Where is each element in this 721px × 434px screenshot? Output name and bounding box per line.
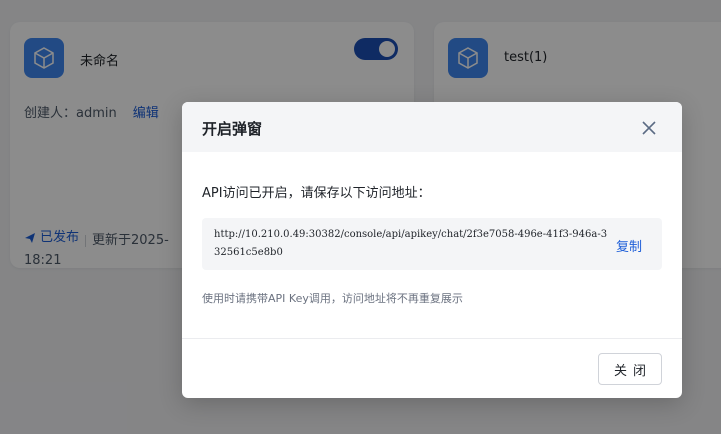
copy-button[interactable]: 复制 <box>616 236 642 255</box>
usage-hint: 使用时请携带API Key调用，访问地址将不再重复展示 <box>202 292 463 305</box>
api-url-text: http://10.210.0.49:30382/console/api/api… <box>214 229 608 258</box>
close-button[interactable]: 关闭 <box>598 353 662 385</box>
modal-title: 开启弹窗 <box>202 120 263 138</box>
footer-divider <box>182 338 682 339</box>
modal-message: API访问已开启，请保存以下访问地址： <box>202 186 431 201</box>
modal-header: 开启弹窗 <box>182 102 682 152</box>
close-icon[interactable] <box>642 121 656 135</box>
api-access-modal: 开启弹窗 API访问已开启，请保存以下访问地址： http://10.210.0… <box>182 102 682 398</box>
api-url-box: http://10.210.0.49:30382/console/api/api… <box>202 218 662 270</box>
